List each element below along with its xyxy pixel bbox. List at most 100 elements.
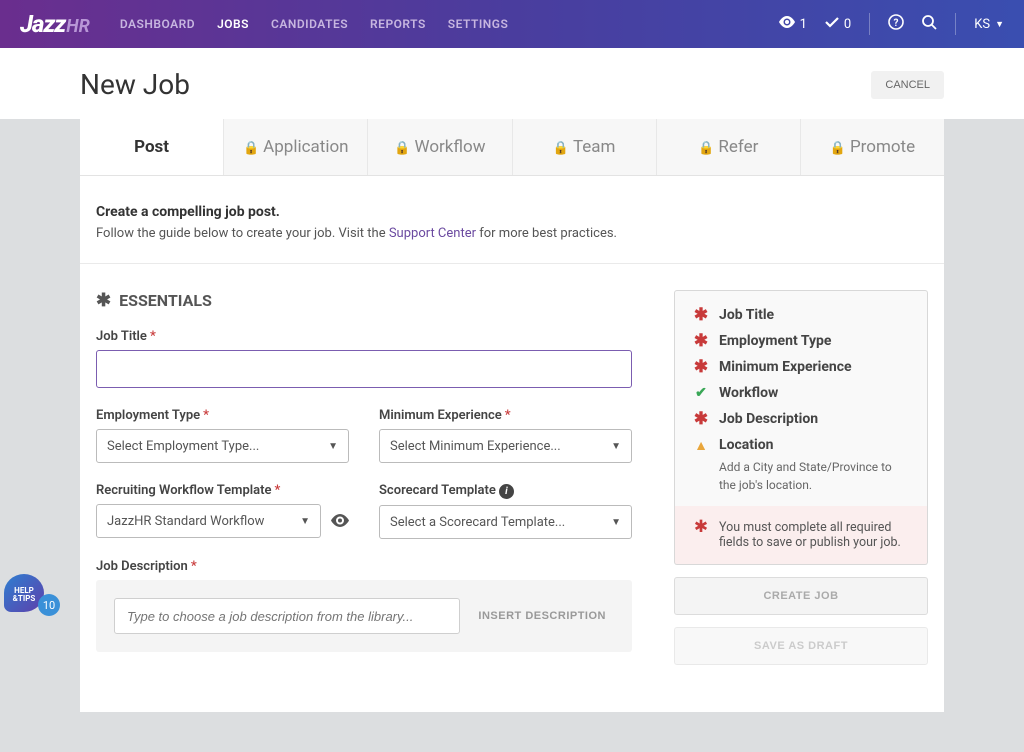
chevron-down-icon: ▼ (995, 19, 1004, 30)
tab-team[interactable]: 🔒 Team (513, 119, 657, 175)
select-placeholder: Select a Scorecard Template... (390, 515, 565, 530)
checklist-job-title[interactable]: ✱Job Title (693, 307, 909, 323)
lock-icon: 🔒 (553, 141, 569, 156)
lock-icon: 🔒 (394, 141, 410, 156)
asterisk-icon: ✱ (693, 307, 709, 323)
select-placeholder: Select Minimum Experience... (390, 439, 561, 454)
logo-suffix: HR (66, 16, 90, 37)
required-star: * (275, 483, 281, 498)
guide-post: for more best practices. (476, 226, 617, 241)
checklist-workflow[interactable]: ✔Workflow (693, 385, 909, 401)
checklist-label: Location (719, 437, 773, 453)
tab-label: Post (134, 137, 169, 157)
cancel-button[interactable]: CANCEL (871, 71, 944, 99)
content-area: Post 🔒 Application 🔒 Workflow 🔒 Team 🔒Refer… (0, 119, 1024, 752)
employment-type-select[interactable]: Select Employment Type... ▼ (96, 429, 349, 463)
checklist-employment-type[interactable]: ✱ Employment Type (693, 333, 909, 349)
select-value: JazzHR Standard Workflow (107, 514, 264, 529)
scorecard-template-label: Scorecard Templatei (379, 483, 632, 499)
tab-label: Promote (850, 137, 915, 157)
lock-icon: 🔒 (698, 141, 714, 156)
lock-icon: 🔒 (830, 141, 846, 156)
scorecard-template-select[interactable]: Select a Scorecard Template... ▼ (379, 505, 632, 539)
chevron-down-icon: ▼ (611, 517, 621, 528)
tab-promote[interactable]: 🔒 Promote (801, 119, 944, 175)
employment-type-field: Employment Type* Select Employment Type.… (96, 408, 349, 463)
job-tabs: Post 🔒 Application 🔒 Workflow 🔒 Team 🔒Refer… (80, 119, 944, 176)
job-title-input[interactable] (96, 350, 632, 388)
svg-text:?: ? (894, 18, 899, 29)
location-note: Add a City and State/Province to the job… (719, 458, 909, 494)
status-sidebar: ✱Job Title ✱ Employment Type ✱Minimum Exp… (674, 290, 928, 672)
job-description-label: Job Description* (96, 559, 632, 574)
checks-count: 0 (844, 17, 851, 32)
checklist-location[interactable]: ▲ Location (693, 437, 909, 454)
logo-text: Jazz (20, 10, 65, 38)
description-library-search[interactable] (114, 598, 460, 634)
support-center-link[interactable]: Support Center (389, 226, 476, 241)
required-star: * (150, 329, 156, 344)
tab-post[interactable]: Post (80, 119, 224, 175)
lock-icon: 🔒 (243, 141, 259, 156)
search-icon[interactable] (922, 15, 937, 34)
save-draft-button[interactable]: SAVE AS DRAFT (674, 627, 928, 665)
completion-checklist: ✱Job Title ✱ Employment Type ✱Minimum Exp… (674, 290, 928, 509)
workflow-template-select[interactable]: JazzHR Standard Workflow ▼ (96, 504, 321, 538)
tab-refer[interactable]: 🔒Refer (657, 119, 801, 175)
guide-heading: Create a compelling job post. (96, 204, 928, 220)
main-nav: DASHBOARD JOBS CANDIDATES REPORTS SETTIN… (120, 17, 508, 31)
select-placeholder: Select Employment Type... (107, 439, 259, 454)
eye-icon (779, 16, 795, 32)
employment-type-label: Employment Type* (96, 408, 349, 423)
check-icon (825, 17, 839, 32)
help-count-badge: 10 (38, 594, 60, 616)
tab-label: Workflow (415, 137, 486, 157)
user-initials: KS (974, 17, 990, 32)
asterisk-icon: ✱ (693, 359, 709, 375)
page-title: New Job (80, 68, 190, 101)
checklist-min-experience[interactable]: ✱Minimum Experience (693, 359, 909, 375)
scorecard-template-field: Scorecard Templatei Select a Scorecard T… (379, 483, 632, 539)
min-experience-select[interactable]: Select Minimum Experience... ▼ (379, 429, 632, 463)
essentials-heading: ✱ ESSENTIALS (96, 290, 632, 311)
help-icon[interactable]: ? (888, 14, 904, 34)
tab-label: Application (263, 137, 348, 157)
required-star: * (505, 408, 511, 423)
warning-icon: ▲ (693, 437, 709, 454)
guide-paragraph: Follow the guide below to create your jo… (96, 226, 928, 241)
nav-dashboard[interactable]: DASHBOARD (120, 17, 195, 31)
info-icon[interactable]: i (499, 484, 514, 499)
checklist-label: Employment Type (719, 333, 831, 349)
asterisk-icon: ✱ (693, 520, 709, 550)
tab-application[interactable]: 🔒 Application (224, 119, 368, 175)
asterisk-icon: ✱ (693, 333, 709, 349)
chevron-down-icon: ▼ (300, 516, 310, 527)
validation-error: ✱ You must complete all required fields … (674, 506, 928, 565)
checks-counter[interactable]: 0 (825, 17, 851, 32)
workflow-template-field: Recruiting Workflow Template* JazzHR Sta… (96, 483, 349, 539)
tab-workflow[interactable]: 🔒 Workflow (368, 119, 512, 175)
min-experience-label: Minimum Experience* (379, 408, 632, 423)
tab-label: Team (573, 137, 616, 157)
post-panel: Create a compelling job post. Follow the… (80, 176, 944, 712)
nav-jobs[interactable]: JOBS (217, 17, 249, 31)
asterisk-icon: ✱ (96, 290, 111, 311)
checklist-job-description[interactable]: ✱Job Description (693, 411, 909, 427)
views-counter[interactable]: 1 (779, 16, 807, 32)
job-title-label: Job Title* (96, 329, 632, 344)
section-title: ESSENTIALS (119, 291, 212, 310)
preview-workflow-icon[interactable] (331, 512, 349, 531)
brand-logo[interactable]: Jazz HR (20, 10, 90, 38)
nav-candidates[interactable]: CANDIDATES (271, 17, 348, 31)
job-description-field: Job Description* INSERT DESCRIPTION (96, 559, 632, 652)
nav-reports[interactable]: REPORTS (370, 17, 426, 31)
chevron-down-icon: ▼ (328, 441, 338, 452)
top-nav-bar: Jazz HR DASHBOARD JOBS CANDIDATES REPORT… (0, 0, 1024, 48)
insert-description-button[interactable]: INSERT DESCRIPTION (470, 598, 614, 634)
nav-settings[interactable]: SETTINGS (448, 17, 509, 31)
create-job-button[interactable]: CREATE JOB (674, 577, 928, 615)
user-menu[interactable]: KS ▼ (974, 17, 1004, 32)
check-icon: ✔ (693, 385, 709, 401)
required-star: * (203, 408, 209, 423)
help-tips-widget[interactable]: HELP&TIPS 10 (4, 574, 60, 612)
